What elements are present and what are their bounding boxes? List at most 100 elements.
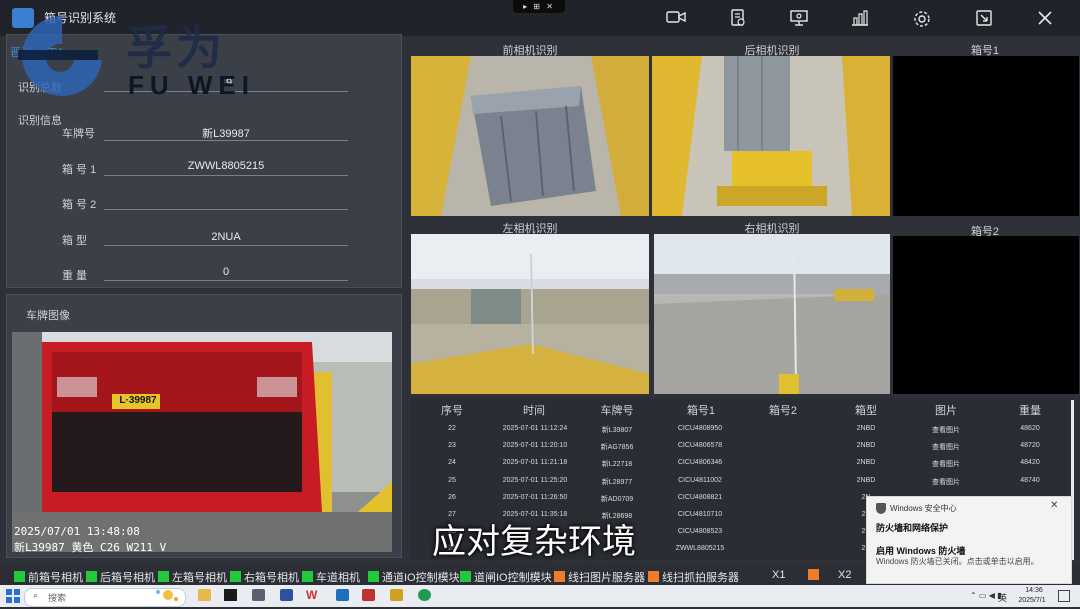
status-indicator xyxy=(648,571,659,582)
field-underline xyxy=(104,175,348,176)
video-subtitle: 应对复杂环境 xyxy=(432,522,636,562)
table-cell: 26 xyxy=(448,493,456,501)
file-explorer-icon[interactable] xyxy=(198,589,211,601)
status-label: 右箱号相机 xyxy=(244,572,299,584)
field-label-weight: 重 量 xyxy=(62,270,88,282)
status-indicator xyxy=(14,571,25,582)
notification-body: Windows 防火墙已关闭。点击或单击以启用。 xyxy=(876,557,1039,566)
table-cell: 新L22718 xyxy=(601,461,633,469)
status-label: 左箱号相机 xyxy=(172,572,227,584)
box2-image[interactable] xyxy=(893,236,1079,394)
x2-label: X2 xyxy=(838,569,852,581)
field-value-box1: ZWWL8805215 xyxy=(187,160,265,172)
table-cell: 2025-07-01 11:20:10 xyxy=(502,442,568,450)
device-status-item: 前箱号相机 xyxy=(14,569,83,585)
plate-text-on-image: L·39987 xyxy=(119,395,157,406)
status-indicator xyxy=(368,571,379,582)
notification-source: Windows 安全中心 xyxy=(890,504,957,513)
tray-icons[interactable]: ⌃ ▭ ◀ ▮ xyxy=(970,591,1001,600)
table-cell: CICU4808523 xyxy=(677,528,723,536)
table-cell: 2025-07-01 11:26:50 xyxy=(502,493,568,501)
table-cell: 新AG7856 xyxy=(600,444,634,452)
device-status-item: 线扫抓拍服务器 xyxy=(648,569,739,585)
field-label-plate: 车牌号 xyxy=(62,128,95,140)
field-value-plate: 新L39987 xyxy=(202,128,250,140)
input-language[interactable]: 英 xyxy=(998,591,1007,604)
status-label: 前箱号相机 xyxy=(28,572,83,584)
box1-image[interactable] xyxy=(893,56,1079,216)
status-indicator xyxy=(460,571,471,582)
minimize-icon[interactable] xyxy=(974,9,994,27)
browser-icon[interactable] xyxy=(418,589,431,601)
field-value-weight: 0 xyxy=(222,266,230,278)
view-image-link[interactable]: 查看图片 xyxy=(922,459,970,469)
app-icon[interactable] xyxy=(362,589,375,601)
view-image-link[interactable]: 查看图片 xyxy=(922,425,970,435)
app-icon[interactable] xyxy=(390,589,403,601)
view-image-link[interactable]: 查看图片 xyxy=(922,477,970,487)
status-indicator xyxy=(230,571,241,582)
presentation-icon[interactable] xyxy=(789,9,809,27)
status-label: 车道相机 xyxy=(316,572,360,584)
table-cell: 2NBD xyxy=(856,476,876,484)
rear-camera-feed[interactable] xyxy=(652,56,890,216)
table-cell: 48620 xyxy=(1020,425,1040,432)
app-icon[interactable] xyxy=(336,589,349,601)
table-cell: 48420 xyxy=(1020,459,1040,467)
status-indicator xyxy=(86,571,97,582)
status-label: 线扫图片服务器 xyxy=(568,572,645,584)
field-label-box1: 箱 号 1 xyxy=(62,164,97,176)
table-cell: CICU4808950 xyxy=(677,425,723,432)
video-camera-icon[interactable] xyxy=(666,9,686,27)
plate-camera-image[interactable] xyxy=(12,332,392,552)
device-status-item: 后箱号相机 xyxy=(86,569,155,585)
clock-date[interactable]: 2025/7/1 xyxy=(1012,597,1052,604)
table-cell: 新L28977 xyxy=(601,478,633,486)
device-status-item: 车道相机 xyxy=(302,569,360,585)
table-cell: 48740 xyxy=(1020,476,1040,484)
table-cell: ZWWL8805215 xyxy=(675,545,725,553)
view-image-link[interactable]: 查看图片 xyxy=(922,442,970,452)
clock-time[interactable]: 14:36 xyxy=(1020,587,1048,594)
gear-icon[interactable] xyxy=(912,9,932,27)
table-header: 车牌号 xyxy=(600,405,634,417)
notification-close-icon[interactable]: ✕ xyxy=(1050,500,1058,511)
table-header: 重量 xyxy=(1019,405,1041,417)
table-cell: CICU4811002 xyxy=(678,476,722,484)
table-cell: 2NBD xyxy=(856,442,876,450)
status-label: 线扫抓拍服务器 xyxy=(662,572,739,584)
front-camera-feed[interactable] xyxy=(411,56,649,216)
app-icon[interactable] xyxy=(252,589,265,601)
table-header: 序号 xyxy=(441,405,463,417)
right-camera-feed[interactable] xyxy=(654,234,890,394)
table-cell: 24 xyxy=(448,459,456,467)
bar-chart-icon[interactable] xyxy=(850,9,870,27)
search-highlight-icon xyxy=(150,587,180,604)
x1-label: X1 xyxy=(772,569,786,581)
notification-center-icon[interactable] xyxy=(1058,590,1070,602)
shield-icon xyxy=(876,503,886,514)
remote-control-bar[interactable]: ▸ ⊞ ✕ xyxy=(513,0,565,13)
table-cell: 2025-07-01 11:25:20 xyxy=(502,476,568,484)
table-header: 时间 xyxy=(523,405,545,417)
status-label: 道闸IO控制模块 xyxy=(474,572,552,584)
table-cell: 48720 xyxy=(1020,442,1040,450)
table-cell: CICU4806346 xyxy=(677,459,723,467)
plate-timestamp: 2025/07/01 13:48:08 xyxy=(14,525,140,538)
terminal-icon[interactable] xyxy=(224,589,237,601)
field-value-type: 2NUA xyxy=(211,231,241,243)
close-icon[interactable] xyxy=(1035,9,1055,27)
table-header: 图片 xyxy=(935,405,957,417)
windows-start-icon[interactable] xyxy=(6,589,20,603)
table-cell: 新L39807 xyxy=(601,427,633,434)
field-underline xyxy=(104,280,348,281)
search-icon: ⌕ xyxy=(33,590,39,600)
wps-icon[interactable]: W xyxy=(306,588,317,602)
status-label: 通道IO控制模块 xyxy=(382,572,460,584)
table-cell: CICU4808821 xyxy=(677,493,723,501)
search-placeholder: 搜索 xyxy=(48,593,67,603)
notification-title: 防火墙和网络保护 xyxy=(876,523,949,533)
document-icon[interactable] xyxy=(728,9,748,27)
left-camera-feed[interactable] xyxy=(411,234,649,394)
app-icon[interactable] xyxy=(280,589,293,601)
